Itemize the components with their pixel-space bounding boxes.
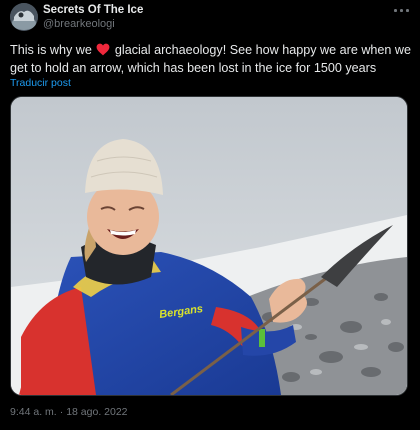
more-dot-icon xyxy=(400,9,403,12)
author-avatar[interactable] xyxy=(10,3,38,31)
author-handle[interactable]: @brearkeologi xyxy=(43,18,115,30)
more-dot-icon xyxy=(406,9,409,12)
more-options-button[interactable] xyxy=(392,2,412,18)
translate-post-link[interactable]: Traducir post xyxy=(10,77,71,89)
tweet-photo[interactable]: Bergans xyxy=(10,96,408,396)
red-heart-icon xyxy=(96,43,110,56)
tweet-text-start: This is why we xyxy=(10,43,92,57)
author-display-name[interactable]: Secrets Of The Ice xyxy=(43,4,143,16)
sleeve-trim xyxy=(259,329,265,347)
tweet-text: This is why we glacial archaeology! See … xyxy=(10,41,412,77)
avatar-image xyxy=(10,3,38,31)
tweet-time: 9:44 a. m. xyxy=(10,406,57,418)
tweet-card[interactable]: Secrets Of The Ice @brearkeologi This is… xyxy=(0,0,420,430)
photo-scene: Bergans xyxy=(11,97,407,395)
more-dot-icon xyxy=(394,9,397,12)
timestamp-separator: · xyxy=(59,406,64,418)
tweet-date: 18 ago. 2022 xyxy=(66,406,128,418)
tweet-timestamp[interactable]: 9:44 a. m. · 18 ago. 2022 xyxy=(10,406,128,418)
